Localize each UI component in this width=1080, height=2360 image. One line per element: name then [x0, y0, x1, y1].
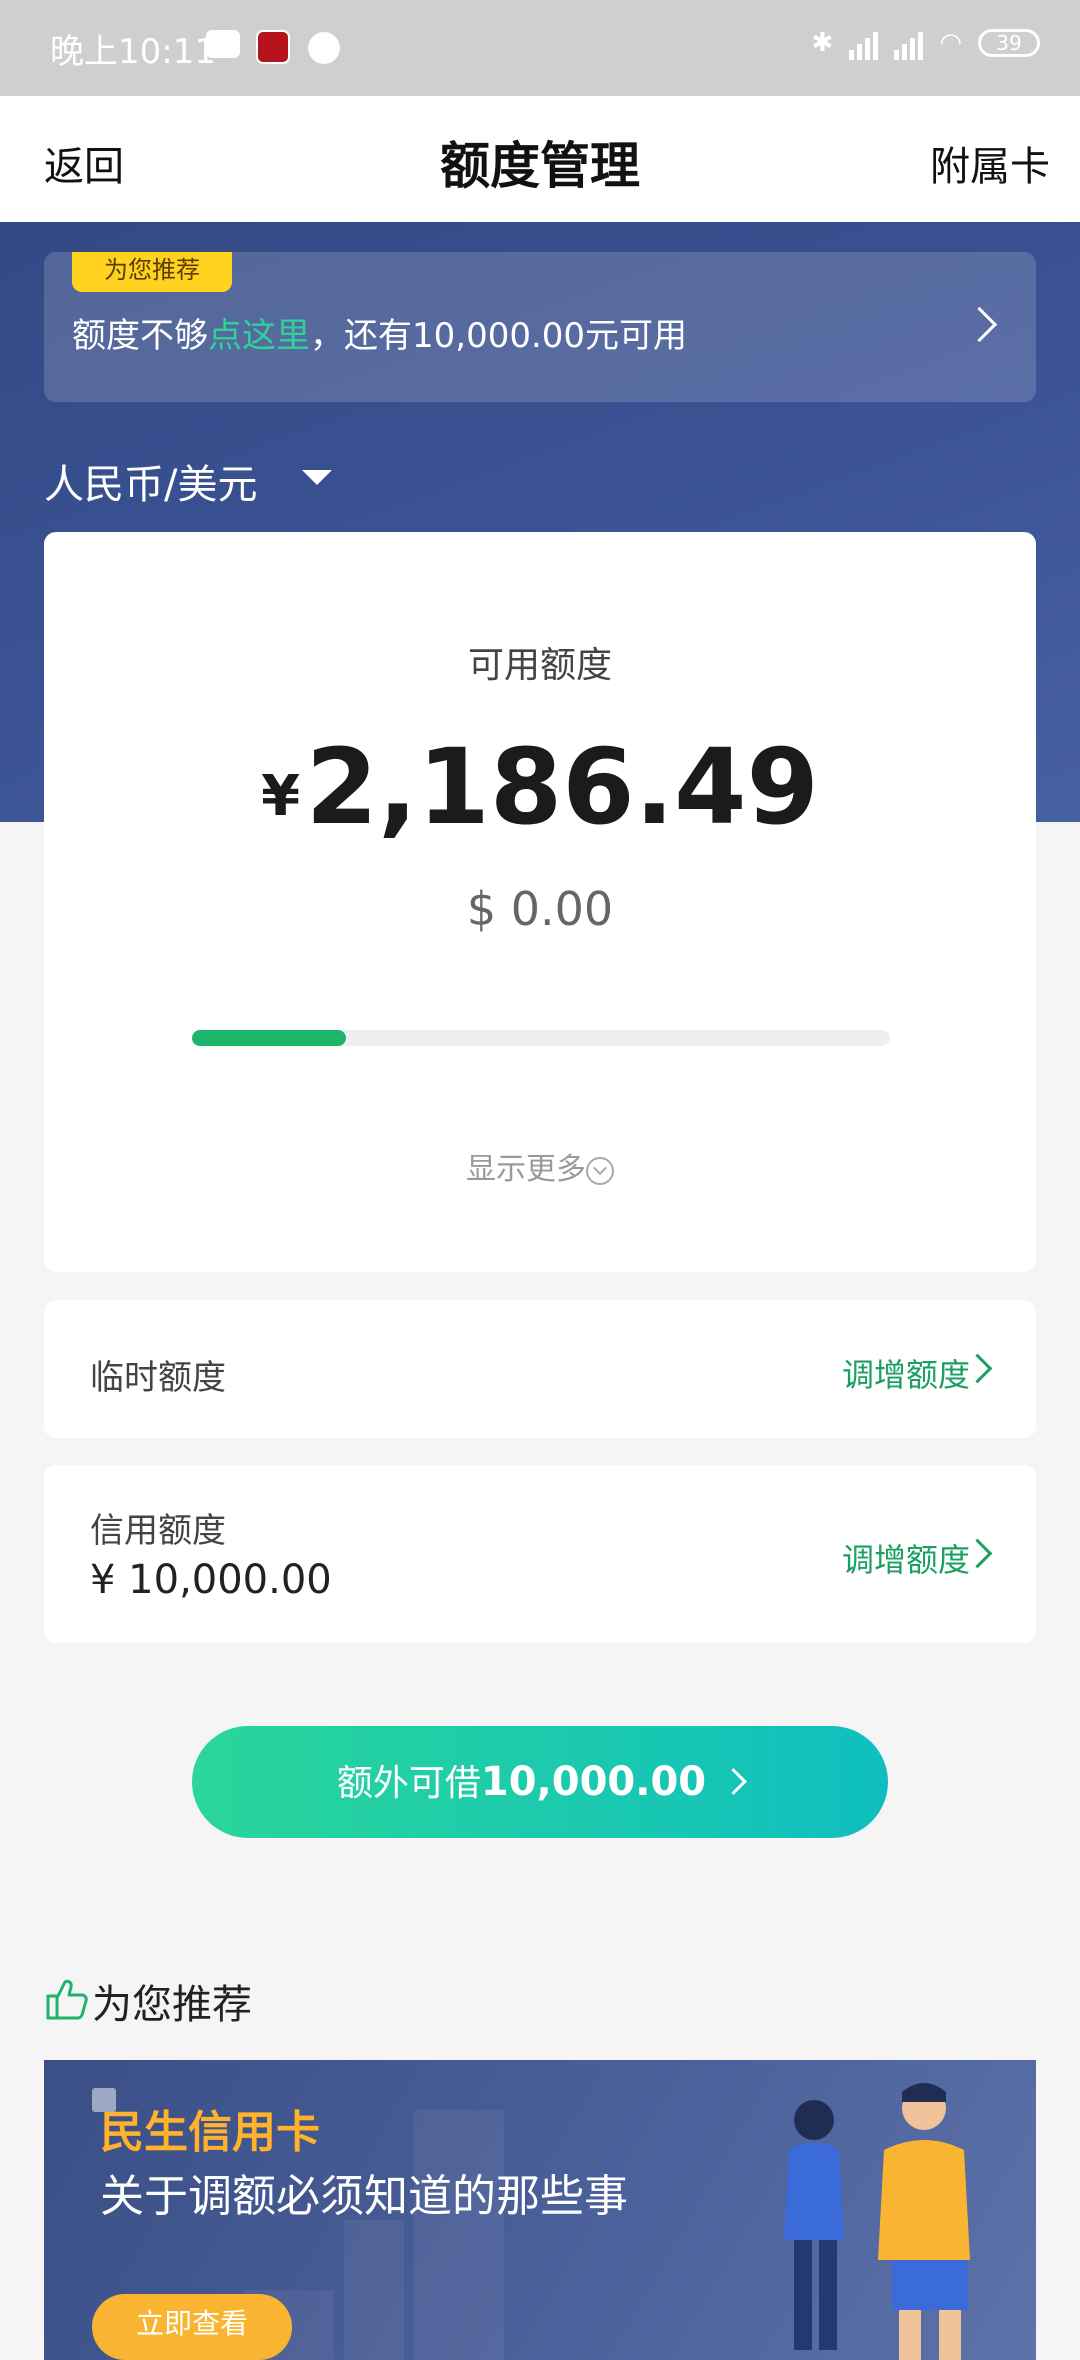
battery-icon: 39 [978, 29, 1040, 57]
page-title: 额度管理 [440, 137, 640, 195]
promo-text-before: 额度不够 [72, 316, 208, 356]
caret-down-icon[interactable] [302, 470, 332, 485]
signal-icon-2 [894, 26, 924, 60]
status-time: 晚上10:11 [50, 32, 216, 72]
wifi-icon: ◠ [939, 28, 962, 58]
recommend-title: 为您推荐 [92, 1982, 252, 2028]
extra-borrow-amount: 10,000.00 [480, 1759, 707, 1805]
currency-selector[interactable]: 人民币/美元 [44, 452, 257, 510]
show-more-label: 显示更多 [466, 1152, 586, 1187]
extra-borrow-prefix: 额外可借 [336, 1763, 481, 1804]
extra-borrow-button[interactable]: 额外可借10,000.00 [192, 1726, 888, 1838]
show-more-button[interactable]: 显示更多 [44, 1144, 1036, 1188]
people-illustration [784, 2083, 970, 2360]
temporary-limit-increase-link[interactable]: 调增额度 [842, 1350, 970, 1396]
ad-brand: 民生信用卡 [100, 2107, 320, 2158]
credit-limit-value: ¥ 10,000.00 [90, 1557, 332, 1603]
available-limit-label: 可用额度 [467, 645, 612, 686]
nav-bar: 返回 额度管理 附属卡 [0, 96, 1080, 222]
bank-app-icon [256, 30, 290, 64]
credit-limit-label: 信用额度 [90, 1511, 226, 1551]
promo-link[interactable]: 点这里 [208, 316, 310, 356]
credit-limit-increase-link[interactable]: 调增额度 [842, 1535, 970, 1581]
ad-building-shape [414, 2110, 504, 2360]
bluetooth-icon: ✱ [811, 28, 834, 58]
browser-icon [308, 32, 340, 64]
chevron-down-circle-icon [586, 1157, 614, 1185]
recommend-ad-banner[interactable]: 民生信用卡 关于调额必须知道的那些事 立即查看 [44, 2060, 1036, 2360]
temporary-limit-label: 临时额度 [90, 1358, 226, 1398]
ad-subtitle: 关于调额必须知道的那些事 [100, 2171, 628, 2222]
promo-banner[interactable]: 为您推荐 额度不够点这里，还有10,000.00元可用 [44, 252, 1036, 402]
status-bar: 晚上10:11 ✱ ◠ 39 [0, 0, 1080, 96]
usage-progress-bar [192, 1030, 890, 1046]
chevron-right-icon [720, 1768, 748, 1795]
temporary-limit-row[interactable]: 临时额度 调增额度 [44, 1300, 1036, 1438]
cny-symbol: ¥ [261, 764, 301, 829]
available-limit-card: 可用额度 ¥ 2,186.49 $ 0.00 显示更多 [44, 532, 1036, 1272]
credit-limit-row[interactable]: 信用额度 ¥ 10,000.00 调增额度 [44, 1465, 1036, 1643]
signal-icon-1 [849, 26, 879, 60]
usage-progress-fill [192, 1030, 346, 1046]
ad-building-shape [344, 2220, 404, 2360]
available-amount-usd: $ 0.00 [466, 882, 614, 936]
status-icons: ✱ ◠ 39 [812, 26, 1040, 60]
available-amount-cny: ¥ 2,186.49 [44, 726, 1036, 848]
thumbs-up-icon [46, 1979, 88, 2020]
cny-amount: 2,186.49 [305, 726, 819, 848]
message-icon [206, 30, 240, 58]
supplementary-card-button[interactable]: 附属卡 [930, 134, 1050, 192]
promo-tag: 为您推荐 [72, 252, 232, 292]
promo-text: 额度不够点这里，还有10,000.00元可用 [72, 308, 687, 357]
promo-text-after: ，还有10,000.00元可用 [310, 316, 688, 356]
chevron-right-icon [961, 306, 998, 343]
ad-view-now-button[interactable]: 立即查看 [92, 2294, 292, 2360]
